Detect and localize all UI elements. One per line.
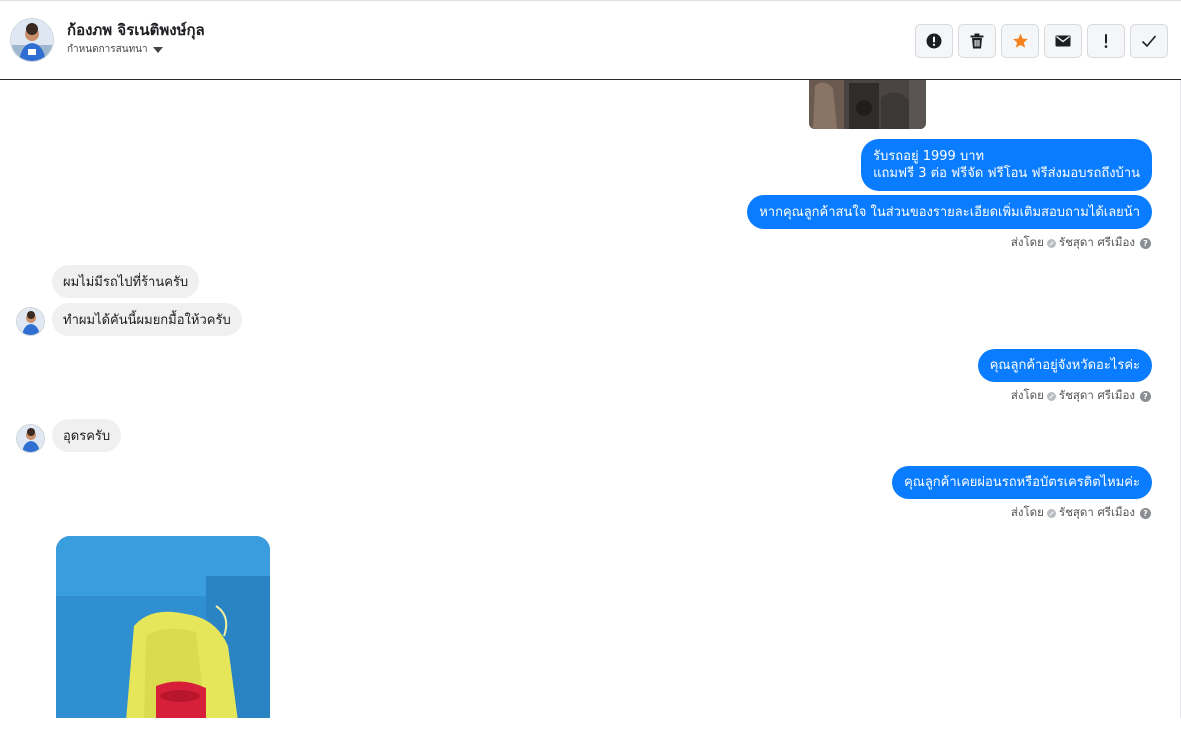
outgoing-message-bubble: คุณลูกค้าเคยผ่อนรถหรือบัตรเครดิตไหมค่ะ	[892, 466, 1152, 499]
follow-up-button[interactable]	[1087, 24, 1125, 58]
mark-done-button[interactable]	[1130, 24, 1168, 58]
message-text: คุณลูกค้าเคยผ่อนรถหรือบัตรเครดิตไหมค่ะ	[904, 475, 1140, 490]
envelope-icon	[1055, 35, 1071, 47]
help-icon[interactable]: ?	[1140, 507, 1151, 519]
attached-photo[interactable]	[56, 536, 270, 718]
incoming-message-bubble: ทำผมได้คันนี้ผมยกมื้อให้วครับ	[52, 303, 242, 336]
mark-unread-button[interactable]	[1044, 24, 1082, 58]
outgoing-message-bubble: รับรถอยู่ 1999 บาท แถมฟรี 3 ต่อ ฟรีจัด ฟ…	[861, 139, 1152, 191]
sent-by-info: ส่งโดย รัชสุดา ศรีเมือง ?	[1011, 504, 1151, 522]
incoming-message-bubble: ผมไม่มีรถไปที่ร้านครับ	[52, 265, 200, 298]
trash-icon	[970, 33, 984, 49]
car-interior-photo[interactable]	[809, 80, 926, 129]
sent-by-agent-name: รัชสุดา ศรีเมือง	[1058, 388, 1135, 402]
help-icon[interactable]: ?	[1140, 390, 1151, 402]
mark-spam-button[interactable]	[915, 24, 953, 58]
exclamation-icon	[1104, 34, 1108, 48]
exclamation-circle-icon	[926, 33, 942, 49]
contact-name[interactable]: ก้องภพ จิรเนติพงษ์กุล	[67, 18, 205, 42]
outgoing-message-bubble: คุณลูกค้าอยู่จังหวัดอะไรค่ะ	[977, 349, 1152, 382]
star-button[interactable]	[1001, 24, 1039, 58]
message-text: คุณลูกค้าอยู่จังหวัดอะไรค่ะ	[989, 358, 1140, 373]
star-icon	[1012, 33, 1028, 48]
sent-by-label: ส่งโดย	[1010, 235, 1044, 249]
conversation-action-label: กำหนดการสนทนา	[67, 44, 148, 55]
incoming-message-bubble: อุดรครับ	[52, 419, 122, 452]
agent-status-icon	[1046, 391, 1056, 401]
sent-by-agent-name: รัชสุดา ศรีเมือง	[1058, 505, 1135, 519]
sent-by-label: ส่งโดย	[1010, 388, 1044, 402]
message-text: ทำผมได้คันนี้ผมยกมื้อให้วครับ	[63, 313, 231, 328]
message-thread: รับรถอยู่ 1999 บาท แถมฟรี 3 ต่อ ฟรีจัด ฟ…	[0, 80, 1180, 718]
checkmark-icon	[1141, 35, 1157, 48]
message-text-line: รับรถอยู่ 1999 บาท	[873, 149, 985, 164]
outgoing-message-bubble: หากคุณลูกค้าสนใจ ในส่วนของรายละเอียดเพิ่…	[747, 195, 1152, 229]
agent-status-icon	[1046, 238, 1056, 248]
conversation-header: ก้องภพ จิรเนติพงษ์กุล กำหนดการสนทนา	[0, 0, 1181, 80]
agent-status-icon	[1046, 508, 1056, 518]
delete-button[interactable]	[958, 24, 996, 58]
caret-down-icon	[152, 47, 163, 53]
sent-by-agent-name: รัชสุดา ศรีเมือง	[1058, 235, 1135, 249]
sent-by-info: ส่งโดย รัชสุดา ศรีเมือง ?	[1011, 387, 1151, 405]
contact-avatar-small[interactable]	[16, 307, 45, 336]
contact-avatar-small[interactable]	[16, 424, 45, 453]
message-text-line: แถมฟรี 3 ต่อ ฟรีจัด ฟรีโอน ฟรีส่งมอบรถถึ…	[873, 166, 1140, 181]
help-icon[interactable]: ?	[1140, 237, 1151, 249]
header-action-bar	[915, 24, 1168, 58]
contact-avatar[interactable]	[10, 18, 54, 62]
sent-by-info: ส่งโดย รัชสุดา ศรีเมือง ?	[1011, 234, 1151, 252]
sent-by-label: ส่งโดย	[1010, 505, 1044, 519]
message-text: อุดรครับ	[63, 429, 111, 444]
message-text: หากคุณลูกค้าสนใจ ในส่วนของรายละเอียดเพิ่…	[759, 204, 1140, 220]
conversation-action-dropdown[interactable]: กำหนดการสนทนา	[67, 42, 163, 57]
message-text: ผมไม่มีรถไปที่ร้านครับ	[63, 275, 189, 290]
